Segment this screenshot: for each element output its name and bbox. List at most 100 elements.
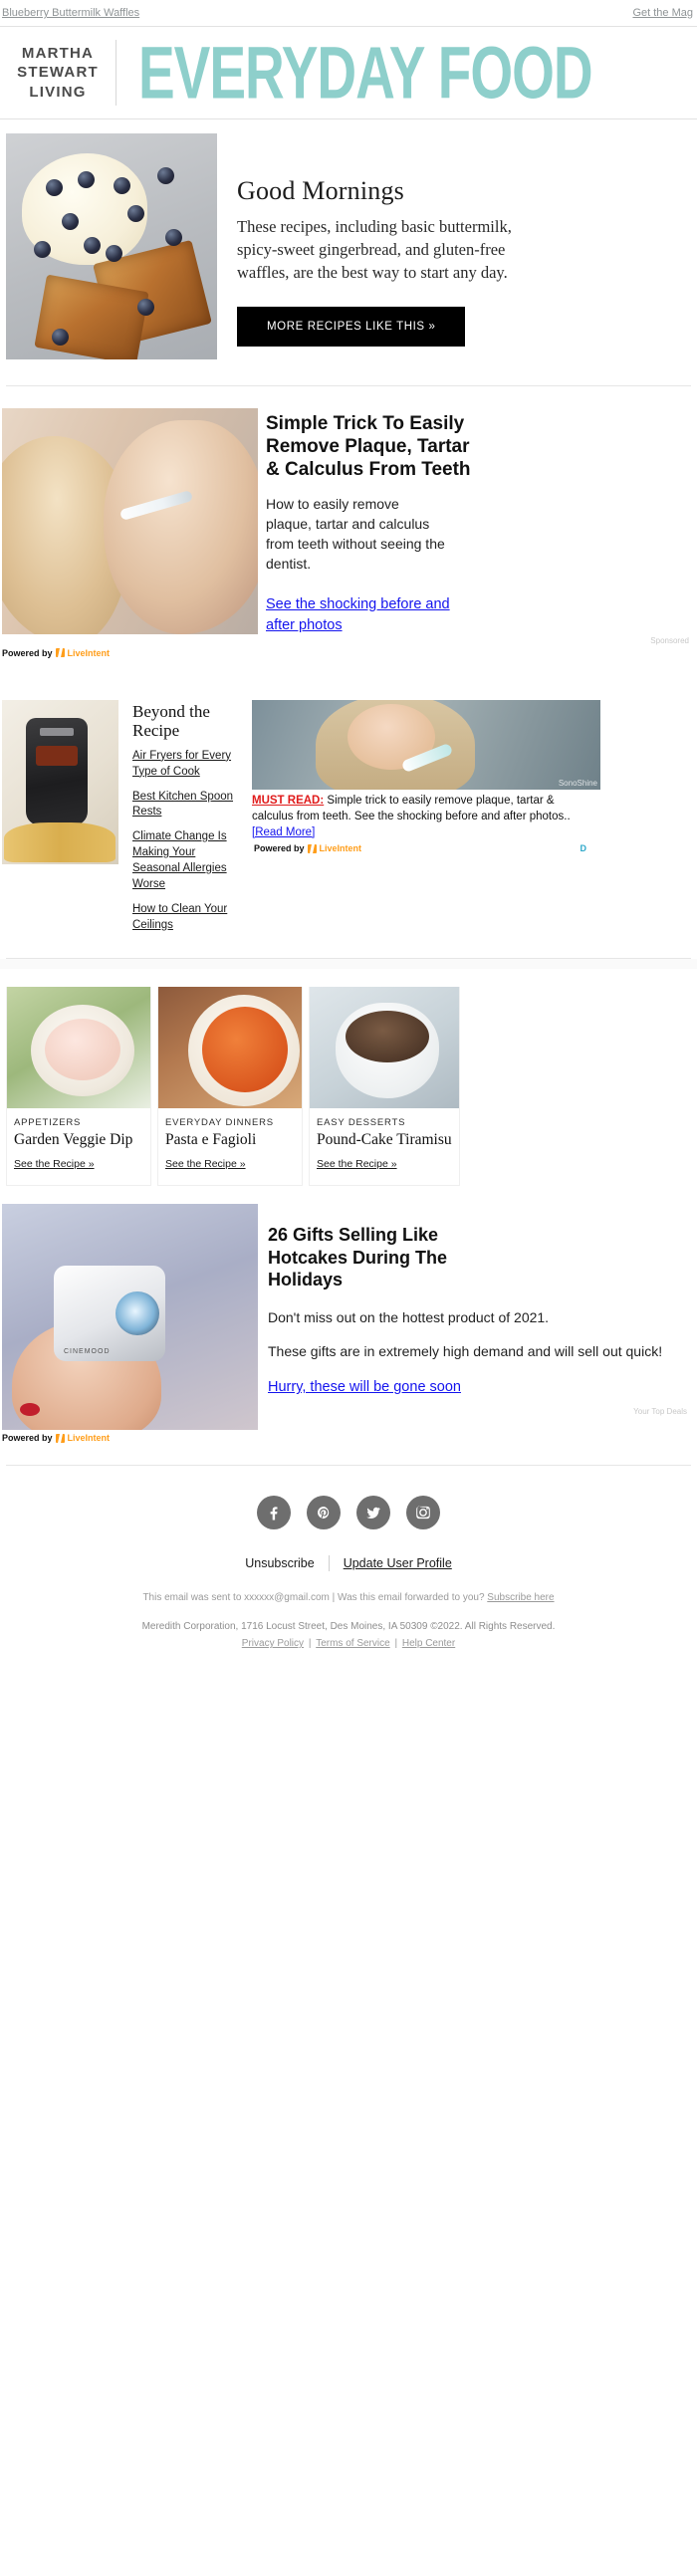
recipe-card-appetizers[interactable]: APPETIZERS Garden Veggie Dip See the Rec… bbox=[6, 987, 151, 1187]
liveintent-brand-label: LiveIntent bbox=[319, 843, 362, 854]
hero-section: Good Mornings These recipes, including b… bbox=[0, 119, 697, 385]
martha-stewart-living-logo[interactable]: MARTHA STEWART LIVING bbox=[14, 44, 102, 102]
privacy-policy-link[interactable]: Privacy Policy bbox=[242, 1638, 304, 1649]
facebook-icon[interactable] bbox=[257, 1496, 291, 1530]
spacer-1 bbox=[0, 657, 697, 682]
btr-title-line-1: Beyond the bbox=[132, 701, 210, 721]
ad-block-2: CINEMOOD 26 Gifts Selling Like Hotcakes … bbox=[0, 1186, 697, 1443]
beyond-the-recipe-title: Beyond the Recipe bbox=[132, 702, 238, 741]
btr-ad-powered-by[interactable]: Powered by LiveIntent D bbox=[252, 840, 586, 853]
preheader-right-link[interactable]: Get the Mag bbox=[632, 7, 693, 19]
recipe-card-everyday-dinners[interactable]: EVERYDAY DINNERS Pasta e Fagioli See the… bbox=[157, 987, 303, 1187]
hero-body-line-2: spicy-sweet gingerbread, and gluten-free bbox=[237, 240, 506, 260]
twitter-icon[interactable] bbox=[356, 1496, 390, 1530]
legal-row-3: Privacy Policy | Terms of Service | Help… bbox=[0, 1635, 697, 1652]
ad1-person-right bbox=[104, 420, 258, 634]
blueberry-12 bbox=[137, 299, 154, 316]
card-title: Garden Veggie Dip bbox=[14, 1131, 133, 1149]
ad2-copy: 26 Gifts Selling Like Hotcakes During Th… bbox=[258, 1204, 691, 1430]
powered-by-label: Powered by bbox=[2, 1433, 53, 1444]
recipe-card-easy-desserts[interactable]: EASY DESSERTS Pound-Cake Tiramisu See th… bbox=[309, 987, 460, 1187]
update-user-profile-link[interactable]: Update User Profile bbox=[344, 1556, 452, 1570]
pinterest-icon[interactable] bbox=[307, 1496, 341, 1530]
liveintent-logo-icon bbox=[55, 1433, 65, 1443]
beyond-the-recipe-ad: SonoShine MUST READ: Simple trick to eas… bbox=[238, 699, 600, 943]
unsubscribe-link[interactable]: Unsubscribe bbox=[245, 1556, 314, 1570]
btr-ad-corner-icon: D bbox=[580, 843, 587, 854]
card-title: Pasta e Fagioli bbox=[165, 1131, 257, 1149]
masthead: MARTHA STEWART LIVING EVERYDAY FOOD bbox=[0, 27, 697, 118]
footer-links: Unsubscribe Update User Profile bbox=[0, 1555, 697, 1589]
hero-body-line-3: waffles, are the best way to start any d… bbox=[237, 263, 508, 283]
blueberry-9 bbox=[106, 245, 122, 262]
liveintent-logo-icon bbox=[55, 648, 65, 658]
preheader-left-link[interactable]: Blueberry Buttermilk Waffles bbox=[2, 7, 139, 19]
card-eyebrow: APPETIZERS bbox=[14, 1117, 82, 1129]
brand-line-2: STEWART bbox=[17, 64, 99, 82]
help-center-link[interactable]: Help Center bbox=[402, 1638, 455, 1649]
soup-shape bbox=[202, 1007, 288, 1093]
btr-ad-watermark: SonoShine bbox=[558, 778, 597, 788]
ad2-title-line-2: Hotcakes During The bbox=[268, 1247, 448, 1268]
btr-link-air-fryers[interactable]: Air Fryers for Every Type of Cook bbox=[132, 749, 238, 781]
ad1-body-line-3: from teeth without seeing the bbox=[266, 536, 445, 553]
btr-link-spoon-rests[interactable]: Best Kitchen Spoon Rests bbox=[132, 790, 238, 821]
preheader-bar: Blueberry Buttermilk Waffles Get the Mag bbox=[0, 0, 697, 26]
beyond-the-recipe-list: Beyond the Recipe Air Fryers for Every T… bbox=[118, 700, 238, 943]
spacer-2 bbox=[0, 959, 697, 970]
recipe-card-image bbox=[7, 987, 150, 1109]
social-links bbox=[0, 1466, 697, 1555]
ad2-image-projector[interactable]: CINEMOOD bbox=[2, 1204, 258, 1431]
btr-link-climate-allergies[interactable]: Climate Change Is Making Your Seasonal A… bbox=[132, 829, 238, 892]
legal-text: This email was sent to xxxxxx@gmail.com … bbox=[0, 1589, 697, 1652]
blueberry-1 bbox=[46, 179, 63, 196]
card-recipe-link[interactable]: See the Recipe » bbox=[317, 1158, 397, 1170]
ad2-title-line-3: Holidays bbox=[268, 1270, 344, 1290]
ad2-corner-label: Your Top Deals bbox=[633, 1407, 687, 1417]
blueberry-11 bbox=[52, 329, 69, 346]
ad1-body-line-1: How to easily remove bbox=[266, 495, 399, 512]
hero-image-waffles[interactable] bbox=[6, 133, 217, 359]
more-recipes-button[interactable]: MORE RECIPES LIKE THIS » bbox=[237, 306, 466, 347]
btr-link-clean-ceilings[interactable]: How to Clean Your Ceilings bbox=[132, 902, 238, 934]
page-title: Good Mornings bbox=[237, 176, 404, 205]
blueberry-6 bbox=[127, 205, 144, 222]
instagram-icon[interactable] bbox=[406, 1496, 440, 1530]
hero-copy: Good Mornings These recipes, including b… bbox=[217, 133, 685, 359]
btr-ad-image[interactable]: SonoShine bbox=[252, 699, 600, 790]
ad2-title-line-1: 26 Gifts Selling Like bbox=[268, 1225, 439, 1246]
ad1-title-line-1: Simple Trick To Easily bbox=[266, 413, 465, 434]
blueberry-5 bbox=[62, 213, 79, 230]
card-title: Pound-Cake Tiramisu bbox=[317, 1131, 452, 1149]
ad1-title-line-2: Remove Plaque, Tartar bbox=[266, 436, 470, 458]
ad1-powered-by[interactable]: Powered by LiveIntent bbox=[0, 645, 697, 658]
ad1-cta-link[interactable]: See the shocking before and after photos bbox=[266, 594, 693, 636]
ad1-body-line-2: plaque, tartar and calculus bbox=[266, 515, 430, 532]
ad1-image-toothbrush[interactable] bbox=[2, 408, 258, 634]
ad2-body-paragraph-2: These gifts are in extremely high demand… bbox=[268, 1343, 663, 1360]
ad1-title-line-3: & Calculus From Teeth bbox=[266, 459, 471, 481]
ad1-body-line-4: dentist. bbox=[266, 556, 312, 573]
air-fryer-image[interactable] bbox=[2, 699, 118, 864]
legal-sep-2: | bbox=[394, 1638, 398, 1650]
terms-of-service-link[interactable]: Terms of Service bbox=[316, 1638, 389, 1649]
ad1-cta-line-1: See the shocking before and bbox=[266, 595, 450, 612]
legal-sep-1: | bbox=[308, 1638, 312, 1650]
powered-by-label: Powered by bbox=[254, 843, 305, 854]
subscribe-here-link[interactable]: Subscribe here bbox=[487, 1592, 554, 1603]
card-eyebrow: EVERYDAY DINNERS bbox=[165, 1117, 274, 1129]
card-eyebrow: EASY DESSERTS bbox=[317, 1117, 406, 1129]
blueberry-3 bbox=[114, 177, 130, 194]
card-recipe-link[interactable]: See the Recipe » bbox=[165, 1158, 246, 1170]
air-fryer-shape bbox=[26, 717, 88, 825]
beyond-the-recipe-section: Beyond the Recipe Air Fryers for Every T… bbox=[0, 681, 697, 959]
card-recipe-link[interactable]: See the Recipe » bbox=[14, 1158, 95, 1170]
ad2-body-paragraph-1: Don't miss out on the hottest product of… bbox=[268, 1308, 550, 1325]
brand-line-3: LIVING bbox=[29, 83, 87, 101]
ad2-cta-link[interactable]: Hurry, these will be gone soon bbox=[268, 1379, 691, 1395]
read-more-link[interactable]: [Read More] bbox=[252, 826, 315, 838]
everyday-food-logo[interactable]: EVERYDAY FOOD bbox=[138, 35, 593, 110]
recipe-card-image bbox=[310, 987, 459, 1109]
ad2-powered-by[interactable]: Powered by LiveIntent bbox=[0, 1430, 697, 1443]
